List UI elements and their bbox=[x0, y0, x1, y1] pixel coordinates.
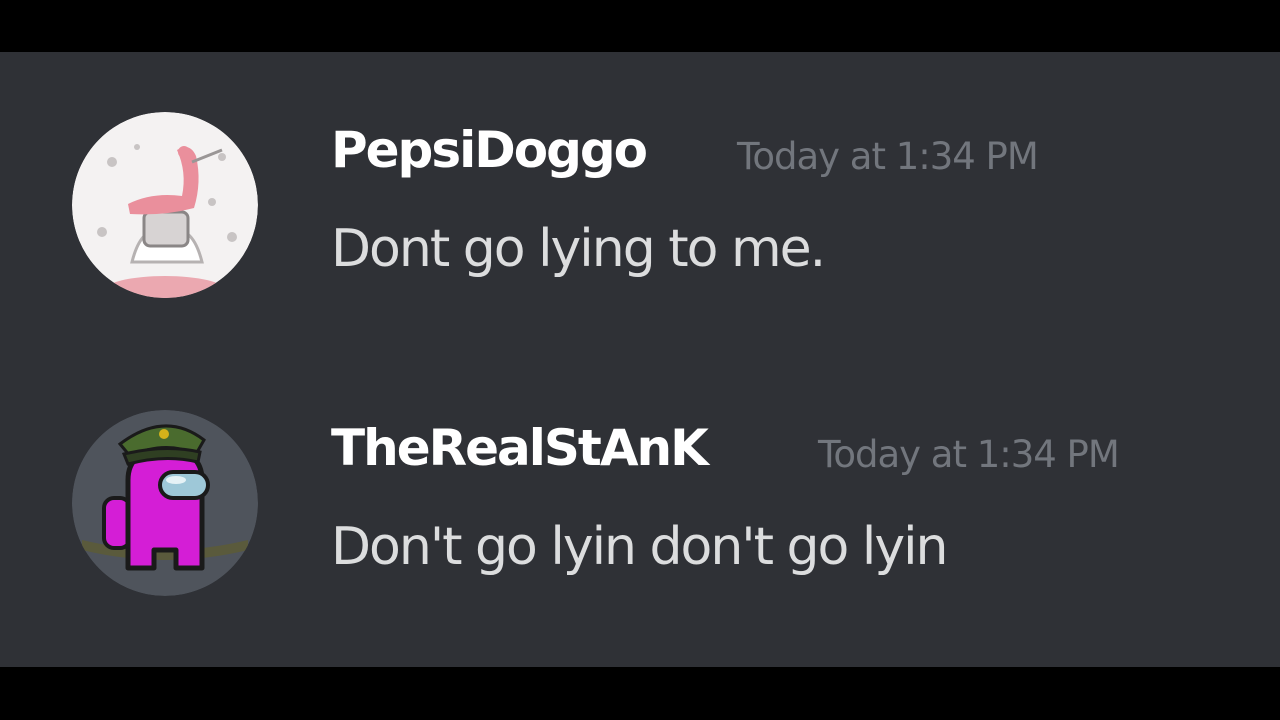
timestamp: Today at 1:34 PM bbox=[818, 433, 1120, 476]
username[interactable]: PepsiDoggo bbox=[331, 120, 648, 180]
crewmate-icon bbox=[72, 410, 258, 596]
message: TheRealStAnK Today at 1:34 PM Don't go l… bbox=[0, 410, 1280, 610]
user-avatar[interactable] bbox=[72, 410, 258, 596]
user-avatar[interactable] bbox=[72, 112, 258, 298]
sketch-creature-icon bbox=[72, 112, 258, 298]
message-text: Don't go lyin don't go lyin bbox=[331, 517, 948, 577]
timestamp: Today at 1:34 PM bbox=[737, 135, 1039, 178]
chat-panel: PepsiDoggo Today at 1:34 PM Dont go lyin… bbox=[0, 52, 1280, 667]
message-text: Dont go lying to me. bbox=[331, 219, 826, 279]
username[interactable]: TheRealStAnK bbox=[331, 418, 709, 478]
message: PepsiDoggo Today at 1:34 PM Dont go lyin… bbox=[0, 112, 1280, 312]
